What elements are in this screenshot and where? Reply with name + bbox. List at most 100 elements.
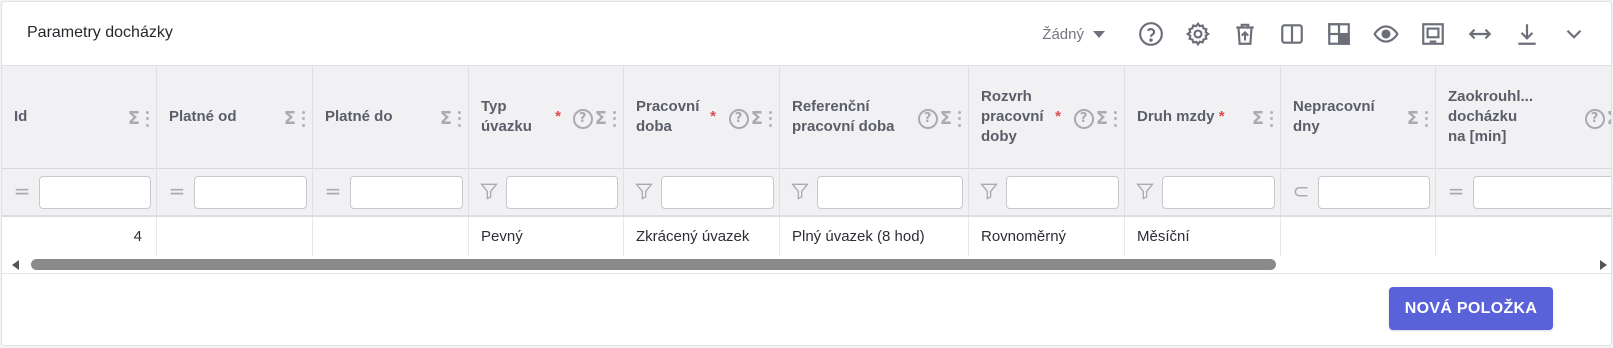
filter-funnel-icon[interactable] (790, 181, 810, 201)
help-button[interactable] (1136, 19, 1166, 49)
table-cell[interactable] (1436, 217, 1611, 257)
collapse-button[interactable] (1559, 19, 1589, 49)
column-header-icons: ?Σ (917, 108, 962, 129)
column-label-text: Referenční pracovní doba (792, 98, 895, 135)
table-cell[interactable]: Měsíční (1125, 217, 1281, 257)
column-header[interactable]: Platné do Σ (313, 66, 469, 169)
filter-cell (1125, 169, 1281, 215)
help-icon[interactable]: ? (1584, 108, 1605, 129)
column-menu-icon[interactable] (1114, 110, 1118, 127)
table-cell[interactable] (313, 217, 469, 257)
column-menu-icon[interactable] (146, 110, 150, 127)
column-menu-icon[interactable] (958, 110, 962, 127)
sum-icon[interactable]: Σ (1252, 108, 1264, 129)
column-menu-icon[interactable] (1425, 110, 1429, 127)
sum-icon[interactable]: Σ (1096, 108, 1108, 129)
fit-button[interactable] (1418, 19, 1448, 49)
column-header-label: Zaokrouhl... docházku na [min] (1448, 66, 1533, 168)
filter-cell: = (157, 169, 313, 215)
table-cell[interactable]: Pevný (469, 217, 624, 257)
required-marker: * (1218, 108, 1225, 125)
filter-funnel-icon[interactable] (479, 181, 499, 201)
scroll-right-icon[interactable] (1600, 260, 1607, 270)
settings-button[interactable] (1183, 19, 1213, 49)
column-menu-icon[interactable] (458, 110, 462, 127)
sum-icon[interactable]: Σ (128, 108, 140, 129)
filter-input[interactable] (1162, 176, 1275, 209)
filter-operator-icon[interactable]: ⊂ (1291, 179, 1311, 203)
help-icon[interactable]: ? (917, 108, 938, 129)
sum-icon[interactable]: Σ (940, 108, 952, 129)
filter-funnel-icon[interactable] (634, 181, 654, 201)
filter-input[interactable] (350, 176, 463, 209)
filter-funnel-icon[interactable] (979, 181, 999, 201)
column-header-icons: Σ (282, 108, 306, 129)
column-menu-icon[interactable] (613, 110, 617, 127)
filter-operator-icon[interactable]: = (12, 179, 32, 203)
column-header[interactable]: Referenční pracovní doba? Σ (780, 66, 969, 169)
delete-import-button[interactable] (1230, 19, 1260, 49)
layout-button[interactable] (1324, 19, 1354, 49)
preview-button[interactable] (1371, 19, 1401, 49)
filter-input[interactable] (194, 176, 307, 209)
filter-input[interactable] (39, 176, 151, 209)
column-header[interactable]: Zaokrouhl... docházku na [min]?Σ (1436, 66, 1611, 169)
required-marker: * (1055, 108, 1061, 125)
view-select[interactable]: Žádný (1042, 26, 1105, 43)
sum-icon[interactable]: Σ (751, 108, 763, 129)
filter-input[interactable] (817, 176, 963, 209)
filter-funnel-icon[interactable] (1135, 181, 1155, 201)
column-header[interactable]: Druh mzdy * Σ (1125, 66, 1281, 169)
column-header-label: Rozvrh pracovní doby * (981, 66, 1061, 168)
column-header[interactable]: Platné od Σ (157, 66, 313, 169)
filter-cell (969, 169, 1125, 215)
new-item-button[interactable]: NOVÁ POLOŽKA (1389, 287, 1553, 330)
column-header[interactable]: Id Σ (2, 66, 157, 169)
columns-button[interactable] (1277, 19, 1307, 49)
column-menu-icon[interactable] (769, 110, 773, 127)
columns-icon (1281, 24, 1303, 44)
filter-operator-icon[interactable]: = (167, 179, 187, 203)
column-header-icons: Σ (1250, 108, 1274, 129)
fit-icon (1422, 23, 1444, 45)
sum-icon[interactable]: Σ (595, 108, 607, 129)
column-header-icons: ?Σ (1584, 108, 1611, 129)
filter-operator-icon[interactable]: = (1446, 179, 1466, 203)
filter-input[interactable] (506, 176, 618, 209)
filter-input[interactable] (1006, 176, 1119, 209)
download-button[interactable] (1512, 19, 1542, 49)
scrollbar-thumb[interactable] (31, 259, 1276, 270)
horizontal-arrows-icon (1468, 28, 1492, 40)
filter-input[interactable] (661, 176, 774, 209)
help-icon[interactable]: ? (728, 108, 749, 129)
filter-input[interactable] (1318, 176, 1430, 209)
sum-icon[interactable]: Σ (1607, 108, 1611, 129)
table-cell[interactable] (157, 217, 313, 257)
view-select-value: Žádný (1042, 25, 1084, 43)
column-header[interactable]: Pracovní doba *? Σ (624, 66, 780, 169)
help-icon[interactable]: ? (1073, 108, 1094, 129)
filter-input[interactable] (1473, 176, 1611, 209)
column-menu-icon[interactable] (302, 110, 306, 127)
column-header-label: Druh mzdy * (1137, 66, 1237, 168)
filter-cell: = (2, 169, 157, 215)
table-cell[interactable]: Rovnoměrný (969, 217, 1125, 257)
sum-icon[interactable]: Σ (1407, 108, 1419, 129)
sum-icon[interactable]: Σ (440, 108, 452, 129)
table-cell[interactable]: Plný úvazek (8 hod) (780, 217, 969, 257)
sum-icon[interactable]: Σ (284, 108, 296, 129)
table-cell[interactable] (1281, 217, 1436, 257)
filter-operator-icon[interactable]: = (323, 179, 343, 203)
table-cell[interactable]: Zkrácený úvazek (624, 217, 780, 257)
column-header[interactable]: Nepracovní dny Σ (1281, 66, 1436, 169)
table-row[interactable]: 4 Pevný Zkrácený úvazek Plný úvazek (8 hod)… (2, 217, 1611, 257)
scroll-left-icon[interactable] (12, 260, 19, 270)
help-icon (1139, 22, 1163, 46)
horizontal-scrollbar[interactable] (2, 256, 1611, 273)
column-menu-icon[interactable] (1270, 110, 1274, 127)
expand-width-button[interactable] (1465, 19, 1495, 49)
help-icon[interactable]: ? (572, 108, 593, 129)
table-cell[interactable]: 4 (2, 217, 157, 257)
column-header[interactable]: Rozvrh pracovní doby *? Σ (969, 66, 1125, 169)
column-header[interactable]: Typ úvazku *? Σ (469, 66, 624, 169)
